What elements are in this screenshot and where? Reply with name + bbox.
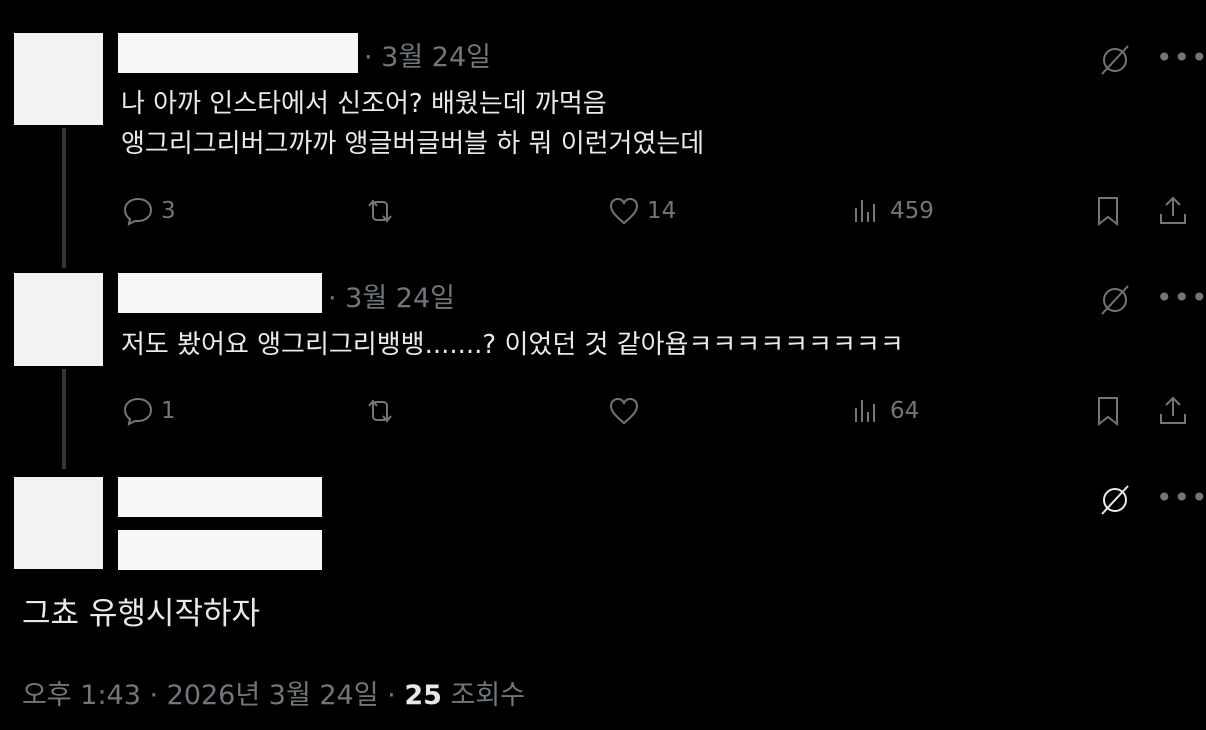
post-meta: 오후 1:43 · 2026년 3월 24일 · 25 조회수 (22, 679, 525, 713)
reply-icon (123, 197, 153, 226)
username-redacted[interactable] (118, 273, 322, 313)
like-button[interactable] (607, 393, 641, 429)
thread-line (62, 369, 66, 469)
reply-icon (123, 397, 153, 426)
reply-date[interactable]: · 3월 24일 (328, 283, 455, 315)
handle-redacted[interactable] (118, 530, 322, 570)
share-button[interactable] (1156, 193, 1190, 229)
username-redacted[interactable] (118, 33, 358, 73)
retweet-button[interactable] (363, 393, 397, 429)
heart-icon (609, 197, 639, 225)
views-icon (855, 200, 875, 222)
share-icon (1160, 396, 1186, 424)
like-count: 14 (647, 198, 677, 224)
share-icon (1160, 196, 1186, 224)
reply-text-line: 나 아까 인스타에서 신조어? 배웠는데 까먹음 (121, 89, 607, 119)
retweet-button[interactable] (363, 193, 397, 229)
grok-slash-icon[interactable] (1095, 480, 1135, 520)
thread-line (62, 128, 66, 268)
avatar[interactable] (14, 273, 103, 366)
display-name-redacted[interactable] (118, 477, 322, 517)
reply-date[interactable]: · 3월 24일 (364, 42, 491, 74)
heart-icon (609, 397, 639, 425)
more-icon[interactable]: ••• (1156, 484, 1206, 512)
reply-text-line: 앵그리그리버그까까 앵글버글버블 하 뭐 이런거였는데 (121, 129, 705, 159)
reply-button[interactable]: 3 (121, 193, 176, 229)
avatar[interactable] (14, 33, 103, 125)
more-icon[interactable]: ••• (1156, 44, 1206, 72)
bookmark-button[interactable] (1091, 393, 1125, 429)
retweet-icon (368, 199, 392, 223)
reply-count: 1 (161, 398, 176, 424)
views-button[interactable]: 64 (850, 393, 919, 429)
reply-button[interactable]: 1 (121, 393, 176, 429)
views-count: 459 (890, 198, 934, 224)
post-text: 그쵸 유행시작하자 (22, 596, 261, 632)
views-icon (855, 400, 875, 422)
bookmark-icon (1098, 197, 1118, 227)
bookmark-button[interactable] (1091, 193, 1125, 229)
grok-slash-icon[interactable] (1095, 40, 1135, 80)
reply-text-line: 저도 봤어요 앵그리그리뱅뱅.......? 이었던 것 같아욥ㅋㅋㅋㅋㅋㅋㅋㅋ… (121, 330, 904, 360)
views-button[interactable]: 459 (850, 193, 934, 229)
post-views-label: 조회수 (441, 680, 526, 711)
bookmark-icon (1098, 397, 1118, 427)
like-button[interactable]: 14 (607, 193, 676, 229)
share-button[interactable] (1156, 393, 1190, 429)
post-timestamp[interactable]: 오후 1:43 · 2026년 3월 24일 · (22, 680, 404, 711)
post-views-count: 25 (404, 680, 442, 711)
reply-count: 3 (161, 198, 176, 224)
avatar[interactable] (14, 477, 103, 569)
grok-slash-icon[interactable] (1095, 280, 1135, 320)
views-count: 64 (890, 398, 920, 424)
retweet-icon (368, 399, 392, 423)
more-icon[interactable]: ••• (1156, 284, 1206, 312)
